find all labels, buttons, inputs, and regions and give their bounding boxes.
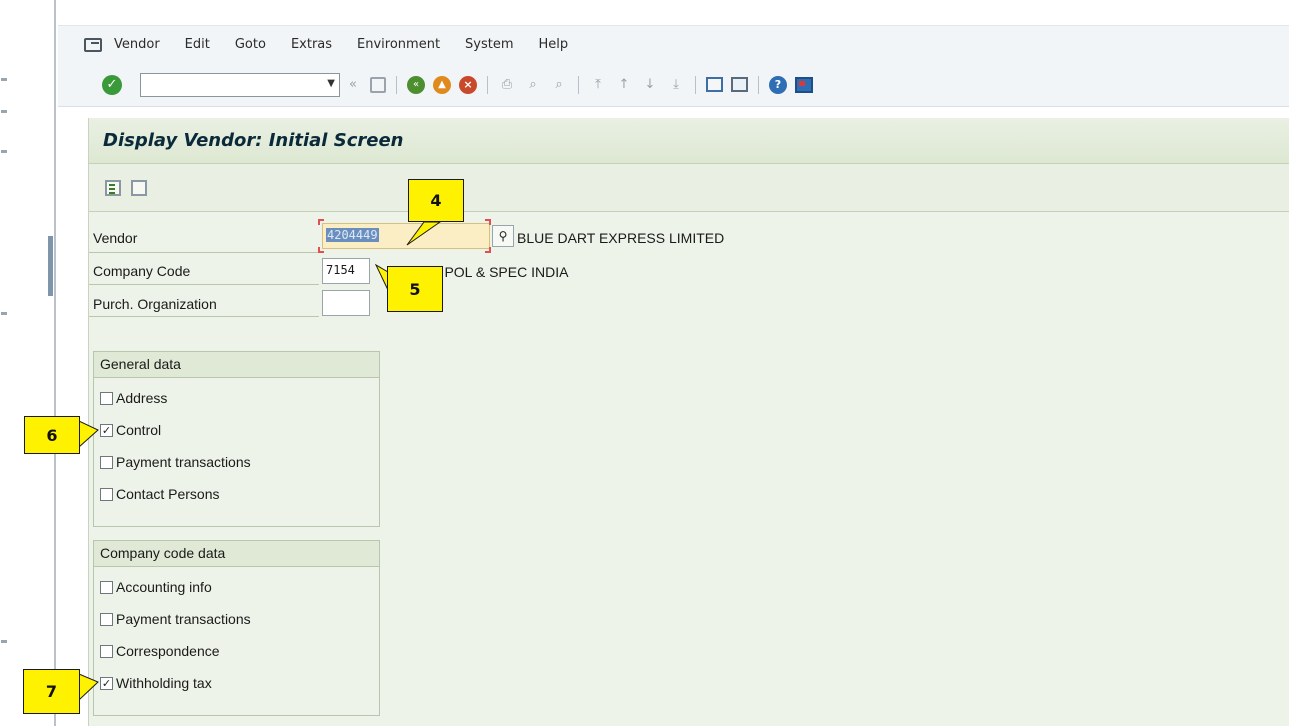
edge-marker — [1, 312, 7, 315]
page-title: Display Vendor: Initial Screen — [103, 130, 404, 151]
print-icon[interactable]: ⎙ — [498, 76, 516, 94]
control-checkbox[interactable]: ✓ — [100, 423, 113, 437]
cc-payment-transactions-checkbox[interactable] — [100, 612, 113, 626]
checkbox-row-payment-transactions[interactable]: Payment transactions — [94, 446, 379, 478]
previous-page-icon[interactable]: ↑ — [615, 76, 633, 94]
toolbar-separator — [396, 75, 397, 94]
save-icon[interactable] — [370, 76, 386, 93]
selection-icon[interactable] — [131, 179, 147, 196]
label-divider — [89, 316, 319, 317]
find-next-icon[interactable]: ⌕ — [550, 76, 568, 94]
checkbox-row-accounting-info[interactable]: Accounting info — [94, 571, 379, 603]
menu-exit-icon[interactable] — [84, 37, 102, 52]
withholding-tax-checkbox[interactable]: ✓ — [100, 676, 113, 690]
shortcut-icon[interactable] — [731, 77, 748, 92]
payment-transactions-label: Payment transactions — [116, 454, 251, 470]
title-bar: Display Vendor: Initial Screen — [89, 118, 1289, 164]
find-icon[interactable]: ⌕ — [524, 76, 542, 94]
general-data-title: General data — [94, 352, 379, 378]
command-field[interactable]: ▼ — [140, 72, 340, 97]
focus-corner — [485, 219, 491, 225]
menu-help[interactable]: Help — [539, 37, 569, 52]
collapse-icon[interactable]: « — [344, 76, 362, 94]
callout-4: 4 — [408, 179, 464, 222]
correspondence-checkbox[interactable] — [100, 644, 113, 658]
contact-persons-label: Contact Persons — [116, 486, 220, 502]
edge-marker — [1, 78, 7, 81]
general-data-group: General data Address ✓ Control Payment t… — [93, 351, 380, 527]
left-window-edge — [0, 0, 56, 726]
toolbar-separator — [758, 75, 759, 94]
menu-goto[interactable]: Goto — [235, 37, 266, 52]
checkbox-row-contact-persons[interactable]: Contact Persons — [94, 478, 379, 510]
checkbox-row-control[interactable]: ✓ Control — [94, 414, 379, 446]
command-dropdown-icon[interactable]: ▼ — [327, 78, 335, 89]
vendor-label: Vendor — [93, 230, 138, 246]
screen-area: Display Vendor: Initial Screen Vendor 42… — [88, 118, 1289, 726]
accounting-info-label: Accounting info — [116, 579, 212, 595]
back-icon[interactable]: « — [407, 75, 425, 94]
company-code-data-title: Company code data — [94, 541, 379, 567]
company-code-data-group: Company code data Accounting info Paymen… — [93, 540, 380, 716]
next-page-icon[interactable]: ↓ — [641, 76, 659, 94]
checkbox-row-address[interactable]: Address — [94, 382, 379, 414]
address-label: Address — [116, 390, 168, 406]
checkbox-row-correspondence[interactable]: Correspondence — [94, 635, 379, 667]
edge-scroll-bar[interactable] — [48, 236, 53, 296]
menu-environment[interactable]: Environment — [357, 37, 440, 52]
company-code-label: Company Code — [93, 263, 191, 279]
focus-corner — [318, 219, 324, 225]
company-code-input[interactable]: 7154 — [322, 258, 370, 284]
payment-transactions-checkbox[interactable] — [100, 455, 113, 469]
standard-toolbar: ✓ ▼ « « ▲ × ⎙ ⌕ ⌕ ⤒ ↑ ↓ ⤓ ? — [58, 63, 1289, 107]
first-page-icon[interactable]: ⤒ — [589, 76, 607, 94]
purch-org-input[interactable] — [322, 290, 370, 316]
checkbox-row-withholding-tax[interactable]: ✓ Withholding tax — [94, 667, 379, 699]
label-divider — [89, 252, 319, 253]
checkbox-row-cc-payment-transactions[interactable]: Payment transactions — [94, 603, 379, 635]
callout-5: 5 — [387, 266, 443, 312]
menu-extras[interactable]: Extras — [291, 37, 332, 52]
last-page-icon[interactable]: ⤓ — [667, 76, 685, 94]
edge-marker — [1, 110, 7, 113]
focus-corner — [485, 247, 491, 253]
edge-marker — [1, 640, 7, 643]
toolbar-separator — [578, 75, 579, 94]
toolbar-separator — [487, 75, 488, 94]
other-vendor-icon[interactable] — [105, 179, 121, 196]
withholding-tax-label: Withholding tax — [116, 675, 212, 691]
customize-layout-icon[interactable] — [795, 76, 813, 93]
accounting-info-checkbox[interactable] — [100, 580, 113, 594]
menu-system[interactable]: System — [465, 37, 513, 52]
cc-payment-transactions-label: Payment transactions — [116, 611, 251, 627]
correspondence-label: Correspondence — [116, 643, 220, 659]
purch-org-label: Purch. Organization — [93, 296, 217, 312]
address-checkbox[interactable] — [100, 391, 113, 405]
vendor-name-text: BLUE DART EXPRESS LIMITED — [517, 230, 725, 246]
enter-icon[interactable]: ✓ — [102, 74, 122, 95]
vendor-input[interactable]: 4204449 — [322, 223, 490, 249]
callout-7: 7 — [23, 669, 80, 714]
new-session-icon[interactable] — [706, 77, 723, 92]
callout-6: 6 — [24, 416, 80, 454]
label-divider — [89, 284, 319, 285]
vendor-input-value: 4204449 — [326, 228, 379, 242]
contact-persons-checkbox[interactable] — [100, 487, 113, 501]
help-icon[interactable]: ? — [769, 75, 787, 94]
menu-edit[interactable]: Edit — [185, 37, 210, 52]
application-toolbar — [89, 164, 1289, 212]
focus-corner — [318, 247, 324, 253]
search-help-icon[interactable]: ⚲ — [492, 225, 514, 247]
toolbar-separator — [695, 75, 696, 94]
exit-icon[interactable]: ▲ — [433, 75, 451, 94]
company-name-text: A POL & SPEC INDIA — [432, 264, 569, 280]
control-label: Control — [116, 422, 162, 438]
cancel-icon[interactable]: × — [459, 75, 477, 94]
company-code-input-value: 7154 — [326, 263, 355, 277]
edge-marker — [1, 150, 7, 153]
menu-bar: Vendor Edit Goto Extras Environment Syst… — [58, 25, 1289, 63]
menu-vendor[interactable]: Vendor — [114, 37, 160, 52]
